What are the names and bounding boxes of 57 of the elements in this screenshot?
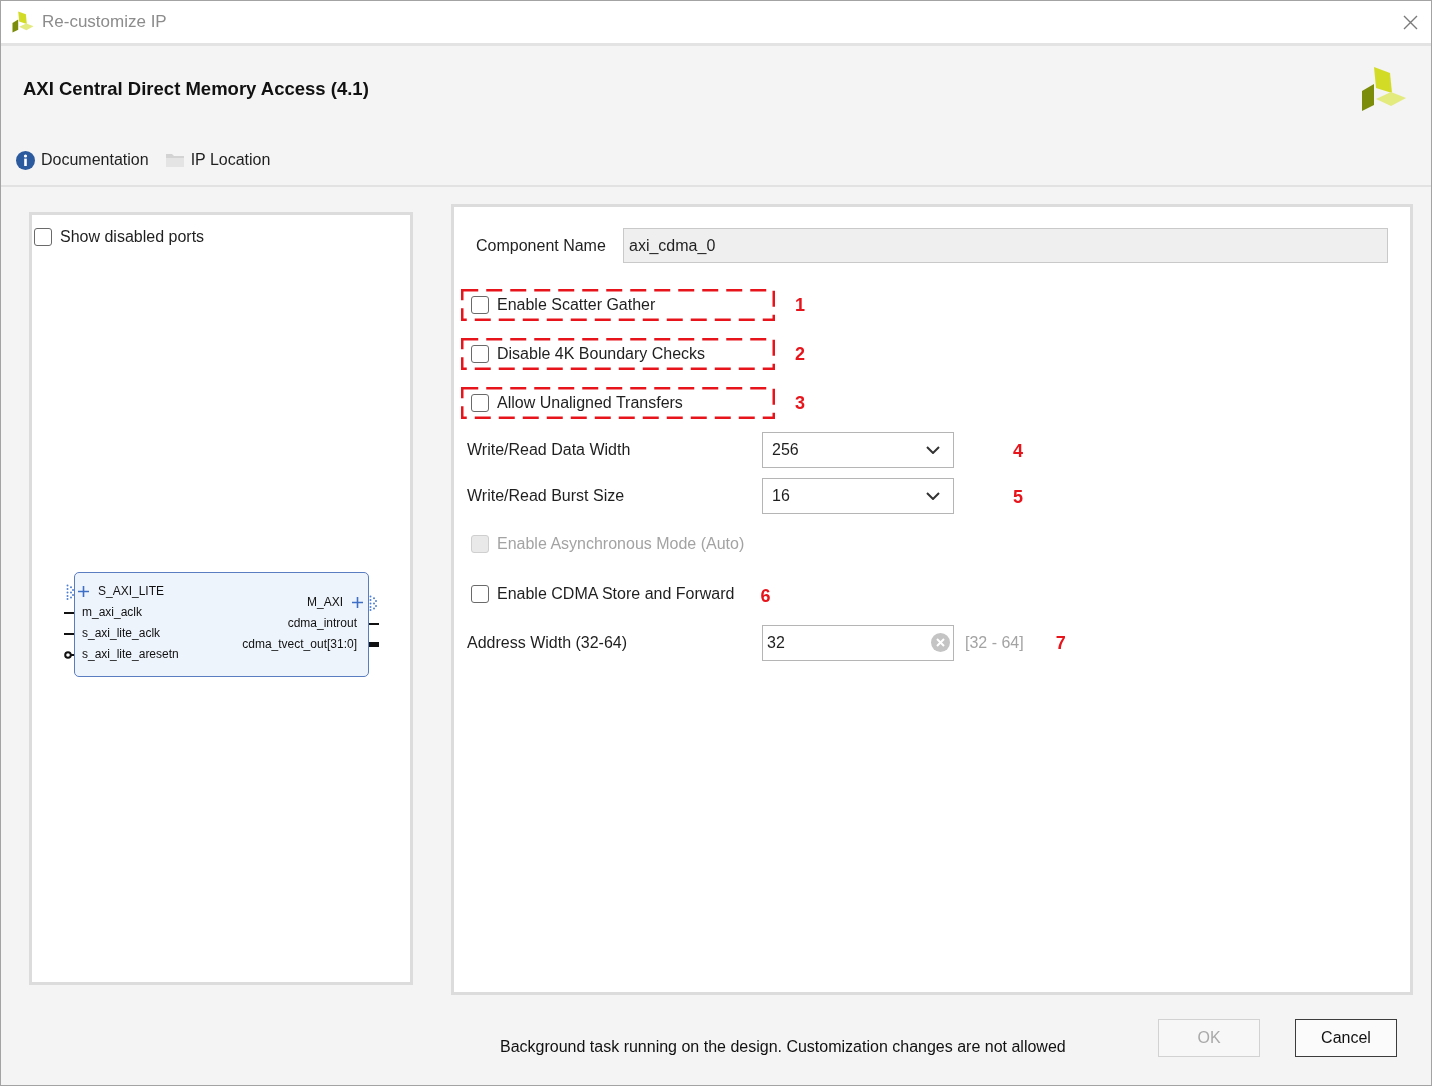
checkbox-label: Enable Scatter Gather bbox=[497, 294, 656, 315]
annotation-number: 4 bbox=[1013, 442, 1023, 460]
field-label: Write/Read Data Width bbox=[467, 440, 632, 460]
plus-icon bbox=[352, 597, 363, 608]
pin-line-icon bbox=[64, 632, 74, 635]
ip-title: AXI Central Direct Memory Access (4.1) bbox=[23, 77, 369, 102]
propeller-logo-icon bbox=[12, 11, 34, 33]
checkbox[interactable] bbox=[471, 393, 489, 412]
circle-pin-icon bbox=[64, 650, 74, 659]
annotation-number: 1 bbox=[795, 295, 805, 314]
checkbox-label: Disable 4K Boundary Checks bbox=[497, 343, 706, 364]
chevron-down-icon bbox=[926, 492, 940, 500]
port-label: m_axi_aclk bbox=[82, 604, 143, 621]
checkbox[interactable] bbox=[34, 228, 52, 246]
dropdown[interactable]: 16 bbox=[762, 478, 954, 514]
propeller-logo-icon bbox=[1361, 66, 1407, 112]
checkbox[interactable] bbox=[471, 344, 489, 363]
status-message: Background task running on the design. Customization changes are not allowed bbox=[500, 1037, 1066, 1057]
dialog-button[interactable]: Cancel bbox=[1295, 1019, 1397, 1057]
field-label: Component Name bbox=[476, 235, 607, 256]
folder-icon bbox=[164, 152, 185, 168]
field-label: Write/Read Burst Size bbox=[467, 486, 626, 506]
chevron-down-icon bbox=[926, 446, 940, 454]
checkbox[interactable] bbox=[471, 585, 489, 603]
checkbox-label: Enable Asynchronous Mode (Auto) bbox=[497, 534, 745, 554]
checkbox[interactable] bbox=[471, 295, 489, 314]
bus-connector-icon bbox=[66, 583, 74, 600]
plus-icon bbox=[78, 586, 89, 597]
info-icon bbox=[16, 150, 35, 170]
annotation-number: 2 bbox=[795, 344, 805, 363]
port-label: M_AXI bbox=[307, 594, 343, 611]
disabled-button: OK bbox=[1158, 1019, 1260, 1057]
dropdown[interactable]: 256 bbox=[762, 432, 954, 468]
number-field[interactable]: 32 bbox=[762, 624, 954, 661]
annotation-number: 5 bbox=[1013, 488, 1023, 506]
port-label: cdma_tvect_out[31:0] bbox=[242, 636, 357, 653]
bus-connector-icon bbox=[369, 594, 377, 611]
component-name-field[interactable]: axi_cdma_0 bbox=[623, 228, 1388, 263]
field-label: Address Width (32-64) bbox=[467, 632, 629, 653]
checkbox-label: Allow Unaligned Transfers bbox=[497, 392, 683, 413]
documentation-link[interactable]: Documentation bbox=[16, 148, 149, 172]
port-label: cdma_introut bbox=[287, 615, 357, 632]
close-icon[interactable] bbox=[1403, 14, 1418, 30]
pin-line-icon bbox=[64, 611, 74, 614]
range-hint: [32 - 64] bbox=[965, 632, 1024, 653]
port-label: S_AXI_LITE bbox=[98, 583, 165, 600]
location-link[interactable]: IP Location bbox=[164, 148, 271, 172]
checkbox-label: Enable CDMA Store and Forward bbox=[497, 584, 735, 604]
annotation-number: 3 bbox=[795, 393, 805, 412]
window-title: Re-customize IP bbox=[42, 11, 167, 34]
pin-line-icon bbox=[369, 622, 379, 625]
annotation-number: 7 bbox=[1055, 633, 1066, 652]
port-label: s_axi_lite_aresetn bbox=[82, 646, 179, 663]
thick-pin-icon bbox=[369, 642, 379, 647]
checkbox-label: Show disabled ports bbox=[60, 227, 205, 247]
annotation-number: 6 bbox=[760, 587, 771, 605]
port-label: s_axi_lite_aclk bbox=[82, 625, 161, 642]
